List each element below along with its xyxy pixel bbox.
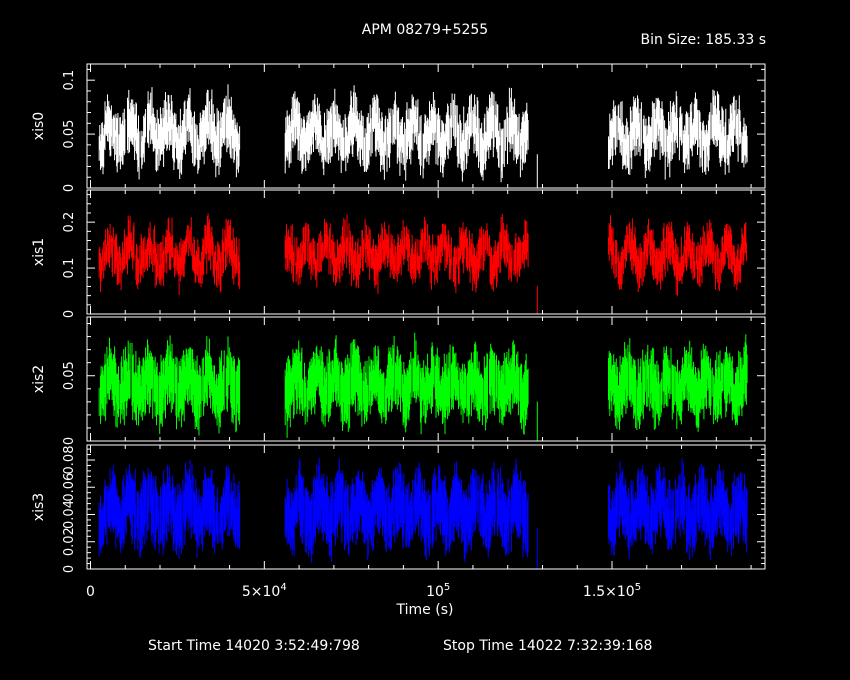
x-tick-label-base: 10	[426, 584, 444, 600]
xis3-series	[98, 457, 748, 569]
x-tick-label-base: 0	[86, 584, 95, 600]
x-axis: 0 5×104 105 1.5×105	[86, 582, 641, 600]
xis2-ytick-label: 0	[62, 437, 77, 445]
xis1-ytick-label: 0.2	[62, 212, 77, 233]
panel-xis3: 0 0.020.040.060.08 xis3	[31, 444, 766, 573]
x-tick-label-exponent: 5	[444, 582, 450, 593]
panel-xis0: 0 0.05 0.1 xis0	[31, 63, 766, 192]
panel-xis2: 0 0.05 xis2	[31, 316, 766, 445]
xis1-ytick-label: 0.1	[62, 258, 77, 279]
xis3-ytick-label: 0.04	[62, 500, 77, 529]
start-time-label: Start Time 14020 3:52:49:798	[148, 638, 360, 654]
xis0-ytick-label: 0	[62, 184, 77, 192]
xis1-axis-label: xis1	[31, 238, 47, 266]
xis1-series	[98, 213, 747, 314]
x-tick-label: 5×104	[242, 582, 287, 600]
x-tick-label-exponent: 5	[635, 582, 641, 593]
x-tick-label: 0	[86, 584, 95, 600]
x-tick-label: 1.5×105	[583, 582, 641, 600]
xis1-ytick-label: 0	[62, 310, 77, 318]
stop-time-label: Stop Time 14022 7:32:39:168	[443, 638, 652, 654]
x-tick-label-exponent: 4	[280, 582, 286, 593]
xis3-ytick-label: 0.08	[62, 446, 77, 475]
x-tick-label-base: 1.5×10	[583, 584, 635, 600]
xis2-axis-label: xis2	[31, 365, 47, 393]
xis3-ytick-label: 0.02	[62, 527, 77, 556]
panels-group: 00.050.1xis000.10.2xis100.05xis200.020.0…	[31, 63, 766, 573]
xis0-series	[98, 84, 748, 188]
bin-size-label: Bin Size: 185.33 s	[641, 32, 766, 48]
xis3-ytick-label: 0	[62, 565, 77, 573]
xis3-ytick-label: 0.06	[62, 473, 77, 502]
xis2-ytick-label: 0.05	[62, 361, 77, 390]
xis1-data	[98, 213, 747, 314]
xis2-data	[98, 332, 748, 441]
x-axis-label: Time (s)	[396, 602, 454, 618]
chart-title: APM 08279+5255	[362, 22, 488, 38]
x-tick-label-base: 5×10	[242, 584, 280, 600]
xis3-data	[98, 457, 748, 569]
panel-xis1: 0 0.1 0.2 xis1	[31, 189, 766, 318]
x-tick-label: 105	[426, 582, 450, 600]
xis0-data	[98, 84, 748, 188]
light-curve-chart: APM 08279+5255 Bin Size: 185.33 s 00.050…	[31, 22, 766, 654]
xis3-axis-label: xis3	[31, 493, 47, 521]
xis0-axis-label: xis0	[31, 112, 47, 140]
xis0-ytick-label: 0.1	[62, 70, 77, 91]
xis2-series	[98, 332, 748, 441]
xis0-ytick-label: 0.05	[62, 120, 77, 149]
